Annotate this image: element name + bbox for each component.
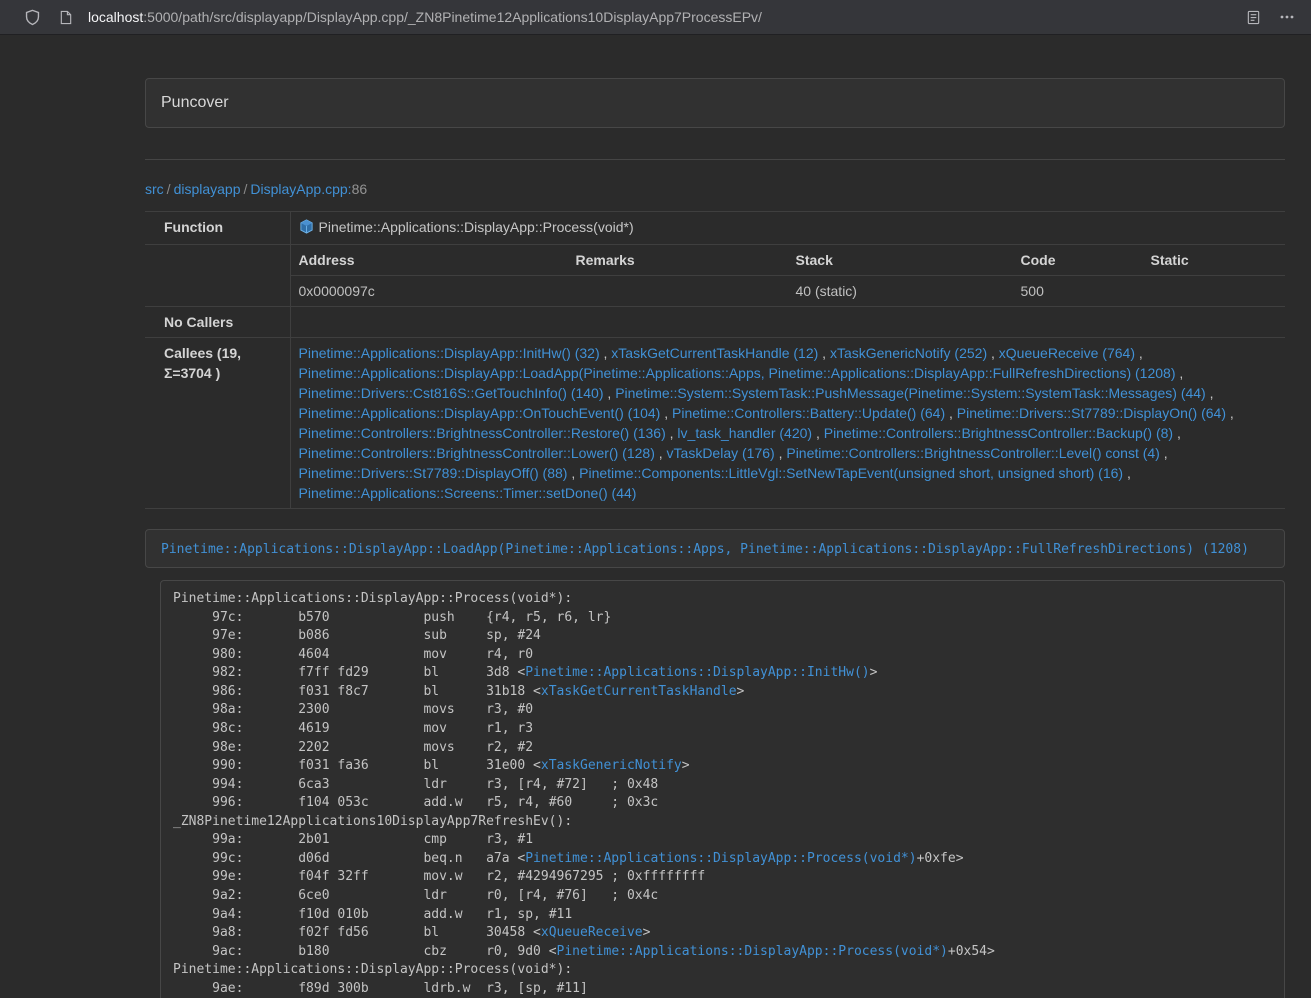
assembly-symbol-link[interactable]: xTaskGenericNotify [541,758,682,773]
metrics-value-row: 0x0000097c 40 (static) 500 [291,276,1286,307]
assembly-code: Pinetime::Applications::DisplayApp::Proc… [173,591,995,998]
function-name: Pinetime::Applications::DisplayApp::Proc… [319,219,634,235]
col-header-remarks: Remarks [568,245,788,276]
function-cell: Pinetime::Applications::DisplayApp::Proc… [290,212,1285,245]
col-header-address: Address [291,245,568,276]
assembly-symbol-link[interactable]: Pinetime::Applications::DisplayApp::Init… [525,665,869,680]
function-row: Function Pinetime::Applications::Display… [145,212,1285,245]
col-header-static: Static [1143,245,1286,276]
menu-icon[interactable] [1275,5,1299,29]
metrics-header-row: Address Remarks Stack Code Static [291,245,1286,276]
page-info-icon[interactable] [54,5,78,29]
callee-link[interactable]: Pinetime::System::SystemTask::PushMessag… [615,385,1206,401]
callees-row: Callees (19, Σ=3704 ) Pinetime::Applicat… [145,338,1285,509]
callee-link[interactable]: xTaskGenericNotify (252) [830,345,987,361]
callee-link[interactable]: Pinetime::Controllers::BrightnessControl… [824,425,1173,441]
no-callers-cell [290,307,1285,338]
value-remarks [568,276,788,307]
metrics-table: Address Remarks Stack Code Static 0x0000… [291,245,1286,306]
line-number: 86 [352,181,368,197]
function-table: Function Pinetime::Applications::Display… [145,211,1285,509]
breadcrumb-separator: / [241,181,251,197]
breadcrumb-link-src[interactable]: src [145,181,164,197]
url-path: :5000/path/src/displayapp/DisplayApp.cpp… [143,9,762,25]
callee-link[interactable]: Pinetime::Drivers::Cst816S::GetTouchInfo… [299,385,604,401]
callees-label: Callees (19, Σ=3704 ) [145,338,290,509]
value-code: 500 [1013,276,1143,307]
callee-link[interactable]: Pinetime::Components::LittleVgl::SetNewT… [579,465,1123,481]
function-label: Function [145,212,290,245]
col-header-code: Code [1013,245,1143,276]
assembly-symbol-link[interactable]: xQueueReceive [541,925,643,940]
no-callers-label: No Callers [145,307,290,338]
no-callers-row: No Callers [145,307,1285,338]
callee-link[interactable]: Pinetime::Applications::DisplayApp::Init… [299,345,600,361]
callee-link[interactable]: Pinetime::Controllers::BrightnessControl… [299,425,666,441]
assembly-symbol-link[interactable]: Pinetime::Applications::DisplayApp::Proc… [557,944,948,959]
value-static [1143,276,1286,307]
col-header-stack: Stack [788,245,1013,276]
address-url[interactable]: localhost:5000/path/src/displayapp/Displ… [88,9,762,25]
callee-link[interactable]: xTaskGetCurrentTaskHandle (12) [611,345,818,361]
callee-link[interactable]: Pinetime::Controllers::BrightnessControl… [299,445,655,461]
callee-link[interactable]: Pinetime::Applications::DisplayApp::Load… [299,365,1176,381]
shield-icon[interactable] [20,5,44,29]
breadcrumb-link-displayapp[interactable]: displayapp [174,181,241,197]
url-host: localhost [88,9,143,25]
breadcrumb-separator: / [164,181,174,197]
metrics-cell: Address Remarks Stack Code Static 0x0000… [290,245,1285,307]
callee-link[interactable]: Pinetime::Controllers::BrightnessControl… [786,445,1159,461]
metrics-row: Address Remarks Stack Code Static 0x0000… [145,245,1285,307]
callee-link[interactable]: Pinetime::Applications::Screens::Timer::… [299,485,637,501]
breadcrumb-link-file[interactable]: DisplayApp.cpp: [250,181,351,197]
callee-link[interactable]: Pinetime::Drivers::St7789::DisplayOn() (… [957,405,1226,421]
browser-toolbar: localhost:5000/path/src/displayapp/Displ… [0,0,1311,35]
assembly-symbol-link[interactable]: xTaskGetCurrentTaskHandle [541,684,737,699]
page-container: Puncover src/displayapp/DisplayApp.cpp:8… [145,78,1285,998]
callee-link[interactable]: lv_task_handler (420) [677,425,812,441]
breadcrumb: src/displayapp/DisplayApp.cpp:86 [145,181,1285,197]
callees-list: Pinetime::Applications::DisplayApp::Init… [290,338,1285,509]
callee-link[interactable]: Pinetime::Applications::DisplayApp::OnTo… [299,405,661,421]
divider [145,159,1285,160]
function-cube-icon [299,219,314,239]
callee-link[interactable]: Pinetime::Drivers::St7789::DisplayOff() … [299,465,568,481]
value-address: 0x0000097c [291,276,568,307]
metrics-row-head [145,245,290,307]
assembly-block: Pinetime::Applications::DisplayApp::Proc… [160,580,1285,998]
puncover-panel: Puncover [145,78,1285,128]
loadapp-panel: Pinetime::Applications::DisplayApp::Load… [145,529,1285,568]
callee-link[interactable]: xQueueReceive (764) [999,345,1135,361]
page-title: Puncover [161,94,1269,112]
reader-mode-icon[interactable] [1241,5,1265,29]
callee-link[interactable]: Pinetime::Controllers::Battery::Update()… [672,405,945,421]
loadapp-link[interactable]: Pinetime::Applications::DisplayApp::Load… [161,542,1249,557]
value-stack: 40 (static) [788,276,1013,307]
callee-link[interactable]: vTaskDelay (176) [667,445,775,461]
assembly-symbol-link[interactable]: Pinetime::Applications::DisplayApp::Proc… [525,851,916,866]
